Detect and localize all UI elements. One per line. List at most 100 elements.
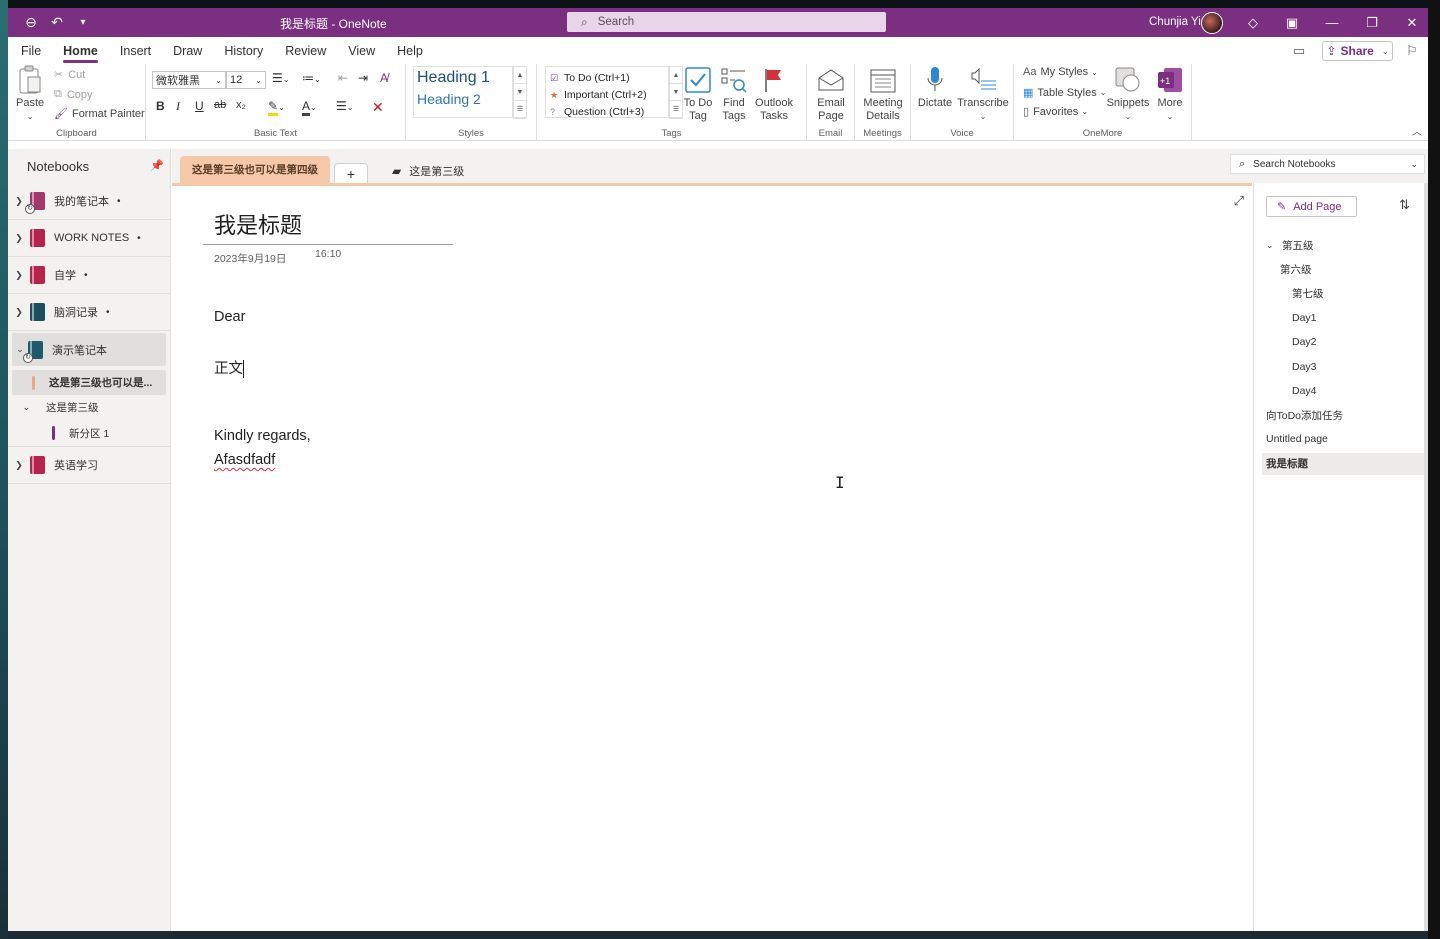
format-painter-button[interactable]: 🖌 Format Painter — [54, 107, 145, 121]
page-list-item[interactable]: 第七级 — [1262, 283, 1426, 305]
notebook-item[interactable]: ❯ 脑洞记录 • — [8, 294, 170, 331]
scroll-up-icon[interactable]: ▲ — [514, 67, 526, 84]
chevron-right-icon[interactable]: ❯ — [8, 460, 30, 471]
page-list-item[interactable]: 向ToDo添加任务 — [1262, 404, 1426, 426]
outlook-tasks-button[interactable]: Outlook Tasks — [752, 66, 796, 123]
paste-button[interactable]: Paste ⌄ — [16, 65, 44, 123]
signature-text[interactable]: Afasdfadf — [214, 452, 275, 468]
section-item[interactable]: 新分区 1 — [8, 420, 170, 447]
feedback-icon[interactable]: ⚐ — [1403, 42, 1421, 60]
snippets-button[interactable]: Snippets ⌄ — [1107, 66, 1149, 123]
bold-button[interactable]: B — [156, 99, 165, 113]
chevron-right-icon[interactable]: ❯ — [8, 307, 30, 318]
dictate-button[interactable]: Dictate — [917, 66, 953, 110]
collapse-ribbon-icon[interactable]: ︿ — [1412, 123, 1422, 138]
font-color-icon[interactable]: A⌄ — [302, 99, 317, 116]
heading2-style[interactable]: Heading 2 — [417, 91, 509, 107]
maximize-icon[interactable]: ❐ — [1352, 8, 1392, 37]
page-list-item[interactable]: 第六级 — [1262, 258, 1426, 280]
chevron-down-icon[interactable]: ⌄ — [1410, 159, 1418, 170]
tab-review[interactable]: Review — [274, 37, 337, 64]
close-icon[interactable]: ✕ — [1392, 8, 1428, 37]
table-styles-button[interactable]: ▦ Table Styles ⌄ — [1023, 86, 1106, 100]
section-group-item[interactable]: ⌄ 这是第三级 — [8, 395, 170, 420]
find-tags-button[interactable]: Find Tags — [717, 66, 751, 123]
closing-text[interactable]: Kindly regards, — [214, 428, 311, 444]
highlight-icon[interactable]: ✎⌄ — [268, 99, 285, 116]
styles-scroll[interactable]: ▲ ▼ ☰ — [513, 66, 527, 119]
tab-history[interactable]: History — [213, 37, 274, 64]
section-item-active[interactable]: 这是第三级也可以是... — [12, 370, 166, 395]
transcribe-button[interactable]: Transcribe ⌄ — [955, 66, 1011, 123]
tab-insert[interactable]: Insert — [109, 37, 162, 64]
subscript-button[interactable]: x₂ — [236, 99, 246, 111]
section-group-tab[interactable]: ▰ 这是第三级 — [392, 163, 464, 179]
notebook-item[interactable]: ❯ 自学 • — [8, 257, 170, 294]
bullets-icon[interactable]: ☰⌄ — [272, 71, 289, 85]
heading1-style[interactable]: Heading 1 — [417, 69, 509, 87]
tab-draw[interactable]: Draw — [162, 37, 213, 64]
body-text-line[interactable]: 正文 — [214, 357, 244, 379]
font-size-combo[interactable]: 12 ⌄ — [226, 71, 266, 89]
notebook-item-active[interactable]: ⌄ ↻ 演示笔记本 — [12, 333, 166, 366]
meeting-details-button[interactable]: Meeting Details — [861, 66, 905, 123]
avatar[interactable] — [1201, 12, 1223, 34]
cut-button[interactable]: ✂ Cut — [54, 68, 85, 82]
page-list-item[interactable]: Day3 — [1262, 356, 1426, 378]
diamond-icon[interactable]: ◇ — [1233, 8, 1273, 37]
page-list-item[interactable]: Day1 — [1262, 307, 1426, 329]
back-icon[interactable]: ⊖ — [18, 10, 44, 36]
decrease-indent-icon[interactable]: ⇤ — [338, 71, 348, 85]
strikethrough-button[interactable]: ab — [214, 99, 226, 111]
expand-icon[interactable]: ⤢ — [1234, 193, 1244, 209]
page-title[interactable]: 我是标题 — [214, 208, 302, 240]
delete-icon[interactable]: ✕ — [372, 99, 384, 116]
notebook-item[interactable]: ❯ 英语学习 — [8, 447, 170, 484]
chevron-right-icon[interactable]: ❯ — [8, 270, 30, 281]
page-list-item[interactable]: Day4 — [1262, 380, 1426, 402]
page-canvas[interactable]: ⤢ 我是标题 2023年9月19日 16:10 Dear 正文 Kindly r… — [172, 183, 1252, 931]
tag-todo[interactable]: ☑ To Do (Ctrl+1) — [550, 70, 664, 87]
minimize-icon[interactable]: — — [1312, 8, 1352, 37]
tag-important[interactable]: ★ Important (Ctrl+2) — [550, 87, 664, 104]
add-section-button[interactable]: + — [334, 163, 368, 183]
page-list-item[interactable]: Untitled page — [1262, 428, 1426, 450]
page-list-item[interactable]: 我是标题 — [1262, 452, 1426, 475]
sort-icon[interactable]: ⇅ — [1399, 197, 1410, 213]
clear-formatting-icon[interactable]: A̸ — [380, 71, 388, 85]
coming-soon-icon[interactable]: ▣ — [1272, 8, 1312, 37]
user-name[interactable]: Chunjia Yi — [1149, 16, 1201, 28]
underline-button[interactable]: U — [195, 99, 204, 113]
todo-tag-button[interactable]: To Do Tag — [681, 66, 715, 123]
my-styles-button[interactable]: Aa My Styles ⌄ — [1023, 66, 1098, 78]
tags-gallery[interactable]: ☑ To Do (Ctrl+1) ★ Important (Ctrl+2) ? Que… — [545, 66, 669, 118]
favorites-button[interactable]: ▯ Favorites ⌄ — [1023, 105, 1088, 119]
search-notebooks-box[interactable]: ⌕ Search Notebooks ⌄ — [1230, 154, 1425, 174]
tab-file[interactable]: File — [10, 37, 52, 64]
chevron-down-icon[interactable]: ⌄ — [8, 402, 38, 413]
tag-question[interactable]: ? Question (Ctrl+3) — [550, 104, 664, 121]
chevron-right-icon[interactable]: ❯ — [8, 233, 30, 244]
immersive-reader-icon[interactable]: ▭ — [1290, 42, 1308, 60]
numbering-icon[interactable]: ≔⌄ — [302, 71, 321, 85]
share-button[interactable]: ⇪ Share ⌄ — [1322, 41, 1393, 61]
styles-gallery[interactable]: Heading 1 Heading 2 — [413, 66, 513, 118]
add-page-button[interactable]: ✎ Add Page — [1266, 196, 1357, 217]
page-list-item[interactable]: ⌄ 第五级 — [1262, 234, 1426, 256]
pin-icon[interactable]: 📌 — [150, 159, 164, 172]
quick-access-dropdown-icon[interactable]: ▾ — [70, 10, 96, 36]
tab-view[interactable]: View — [337, 37, 386, 64]
undo-icon[interactable]: ↶ — [44, 10, 70, 36]
copy-button[interactable]: ⧉ Copy — [54, 88, 93, 101]
title-search-box[interactable]: ⌕ Search — [567, 12, 886, 32]
chevron-down-icon[interactable]: ⌄ — [1266, 240, 1282, 251]
tab-help[interactable]: Help — [386, 37, 434, 64]
italic-button[interactable]: I — [176, 99, 180, 114]
page-list-item[interactable]: Day2 — [1262, 331, 1426, 353]
more-button[interactable]: +1 More ⌄ — [1152, 66, 1188, 123]
align-icon[interactable]: ☰⌄ — [336, 99, 353, 113]
expand-gallery-icon[interactable]: ☰ — [514, 101, 526, 118]
tab-home[interactable]: Home — [52, 37, 109, 64]
font-name-combo[interactable]: 微软雅黑 ⌄ — [152, 71, 226, 89]
greeting-text[interactable]: Dear — [214, 309, 245, 325]
